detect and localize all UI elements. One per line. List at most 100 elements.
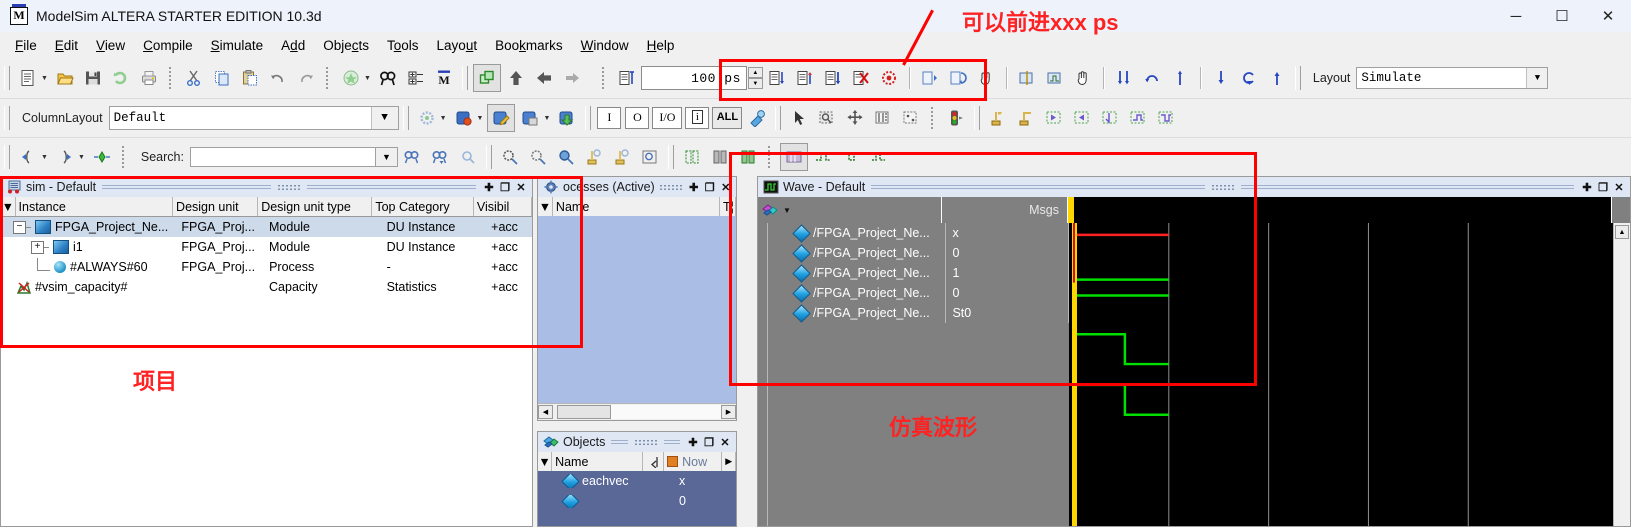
run-length-icon[interactable] bbox=[614, 65, 640, 91]
go-up-icon[interactable] bbox=[503, 65, 529, 91]
stepper-down-icon[interactable]: ▼ bbox=[747, 78, 763, 89]
column-header-name[interactable]: Name bbox=[552, 452, 644, 471]
scroll-thumb[interactable] bbox=[557, 405, 611, 419]
toolbar-grip-8[interactable] bbox=[974, 106, 981, 130]
wave-signal-list[interactable]: /FPGA_Project_Ne... x /FPGA_Project_Ne..… bbox=[758, 223, 1069, 526]
menu-view[interactable]: View bbox=[87, 35, 134, 56]
trace-event-icon[interactable] bbox=[1125, 105, 1151, 131]
breakpoint-icon[interactable] bbox=[451, 105, 477, 131]
wave-edit-insert-icon[interactable] bbox=[838, 144, 864, 170]
sim-panel-undock-button[interactable]: ❐ bbox=[498, 180, 512, 194]
pan-icon[interactable] bbox=[842, 105, 868, 131]
memory-dropdown-arrow[interactable]: ▼ bbox=[440, 115, 447, 122]
step-over-icon[interactable] bbox=[945, 65, 971, 91]
objects-panel-undock-button[interactable]: ❐ bbox=[702, 435, 716, 449]
grid-icon[interactable] bbox=[898, 105, 924, 131]
close-button[interactable]: ✕ bbox=[1585, 0, 1631, 32]
wave-signal-row[interactable]: /FPGA_Project_Ne... 0 bbox=[767, 283, 1069, 303]
column-header-top-category[interactable]: Top Category bbox=[372, 197, 474, 216]
signal-loop-down-icon[interactable] bbox=[1236, 65, 1262, 91]
cut-icon[interactable] bbox=[181, 65, 207, 91]
wave-signal-row[interactable]: /FPGA_Project_Ne... 0 bbox=[767, 243, 1069, 263]
wave-panel-close-button[interactable]: ✕ bbox=[1612, 180, 1626, 194]
column-header-design-unit-type[interactable]: Design unit type bbox=[258, 197, 373, 216]
menu-window[interactable]: Window bbox=[572, 35, 638, 56]
load-breakpoint-icon[interactable] bbox=[554, 105, 580, 131]
trace-next-icon[interactable] bbox=[1097, 105, 1123, 131]
chevron-down-icon[interactable]: ▼ bbox=[1526, 68, 1548, 88]
insert-cursor-icon[interactable] bbox=[1014, 65, 1040, 91]
save-breakpoint-dropdown-arrow[interactable]: ▼ bbox=[543, 115, 550, 122]
menu-objects[interactable]: Objects bbox=[314, 35, 378, 56]
zoom-in-icon[interactable] bbox=[497, 144, 523, 170]
column-layout-combo[interactable]: Default ▼ bbox=[108, 106, 399, 130]
wave-signal-row[interactable]: /FPGA_Project_Ne... 1 bbox=[767, 263, 1069, 283]
sort-indicator-icon[interactable]: ▼ bbox=[538, 197, 553, 216]
toolbar-grip-6[interactable] bbox=[585, 106, 592, 130]
menu-compile[interactable]: Compile bbox=[134, 35, 202, 56]
sort-toggle-icon[interactable] bbox=[643, 452, 665, 471]
scroll-right-button[interactable]: ▶ bbox=[721, 405, 736, 419]
menu-layout[interactable]: Layout bbox=[428, 35, 487, 56]
menu-add[interactable]: Add bbox=[272, 35, 314, 56]
scroll-track[interactable] bbox=[611, 405, 721, 419]
column-header-name[interactable]: Name bbox=[553, 197, 721, 216]
next-signal-dropdown-arrow[interactable]: ▼ bbox=[78, 154, 85, 161]
column-header-visibility[interactable]: Visibil bbox=[474, 197, 533, 216]
wave-panel-title-bar[interactable]: Wave - Default ✚ ❐ ✕ bbox=[758, 177, 1630, 197]
traffic-light-icon[interactable] bbox=[943, 105, 969, 131]
toolbar-grip-5[interactable] bbox=[402, 106, 409, 130]
filter-internal-button[interactable]: i bbox=[684, 105, 710, 131]
filter-inout-button[interactable]: I/O bbox=[652, 105, 683, 131]
trace-forward-icon[interactable] bbox=[1069, 105, 1095, 131]
hand-icon[interactable] bbox=[973, 65, 999, 91]
objects-panel-dock-button[interactable]: ✚ bbox=[686, 435, 700, 449]
toolbar-grip[interactable] bbox=[4, 66, 10, 90]
processes-panel-close-button[interactable]: ✕ bbox=[719, 180, 733, 194]
sim-panel-title-bar[interactable]: sim - Default ✚ ❐ ✕ bbox=[1, 177, 532, 197]
objects-panel-close-button[interactable]: ✕ bbox=[718, 435, 732, 449]
expand-net-down-icon[interactable] bbox=[1013, 105, 1039, 131]
title-grip[interactable] bbox=[633, 438, 658, 446]
wave-canvas[interactable] bbox=[1069, 223, 1613, 526]
restart-icon[interactable] bbox=[876, 65, 902, 91]
zoom-cursor-icon[interactable] bbox=[581, 144, 607, 170]
dataflow-up-icon[interactable] bbox=[1167, 65, 1193, 91]
break-icon[interactable] bbox=[848, 65, 874, 91]
print-icon[interactable] bbox=[136, 65, 162, 91]
sim-panel-dock-button[interactable]: ✚ bbox=[482, 180, 496, 194]
new-file-dropdown-arrow[interactable]: ▼ bbox=[41, 75, 48, 82]
title-grip[interactable] bbox=[277, 183, 302, 191]
sim-time-stepper[interactable]: ▲ ▼ bbox=[747, 66, 763, 90]
wave-signal-row[interactable]: /FPGA_Project_Ne... St0 bbox=[767, 303, 1069, 323]
objects-list[interactable]: eachvec x 0 bbox=[538, 471, 736, 526]
open-folder-icon[interactable] bbox=[52, 65, 78, 91]
next-signal-icon[interactable] bbox=[52, 144, 78, 170]
title-grip[interactable] bbox=[1210, 183, 1235, 191]
undo-icon[interactable] bbox=[265, 65, 291, 91]
trace-back-icon[interactable] bbox=[1041, 105, 1067, 131]
wave-format-3-icon[interactable] bbox=[735, 144, 761, 170]
wave-edit-invert-icon[interactable] bbox=[810, 144, 836, 170]
center-signal-icon[interactable] bbox=[89, 144, 115, 170]
scroll-up-button[interactable]: ▲ bbox=[1615, 225, 1629, 239]
new-file-icon[interactable] bbox=[15, 65, 41, 91]
column-header-type[interactable]: T¦ bbox=[720, 197, 736, 216]
menu-bookmarks[interactable]: Bookmarks bbox=[486, 35, 572, 56]
table-row[interactable]: + i1 FPGA_Proj... Module DU Instance +ac… bbox=[1, 237, 532, 257]
wave-edit-cut-icon[interactable] bbox=[779, 143, 808, 171]
toolbar-grip-4[interactable] bbox=[4, 106, 10, 130]
wave-selector-icon[interactable] bbox=[762, 203, 778, 217]
processes-panel-undock-button[interactable]: ❐ bbox=[703, 180, 717, 194]
continue-run-icon[interactable] bbox=[792, 65, 818, 91]
compile-icon[interactable] bbox=[338, 65, 364, 91]
expand-net-icon[interactable] bbox=[985, 105, 1011, 131]
objects-panel-title-bar[interactable]: Objects ✚ ❐ ✕ bbox=[538, 432, 736, 452]
sort-indicator-icon[interactable]: ▼ bbox=[1, 197, 16, 216]
wave-signal-row[interactable]: /FPGA_Project_Ne... x bbox=[767, 223, 1069, 243]
compile-dropdown-arrow[interactable]: ▼ bbox=[364, 75, 371, 82]
chevron-down-icon[interactable]: ▼ bbox=[783, 206, 791, 215]
prev-signal-icon[interactable] bbox=[15, 144, 41, 170]
find-next-icon[interactable] bbox=[427, 144, 453, 170]
column-layout-icon[interactable] bbox=[472, 64, 501, 92]
